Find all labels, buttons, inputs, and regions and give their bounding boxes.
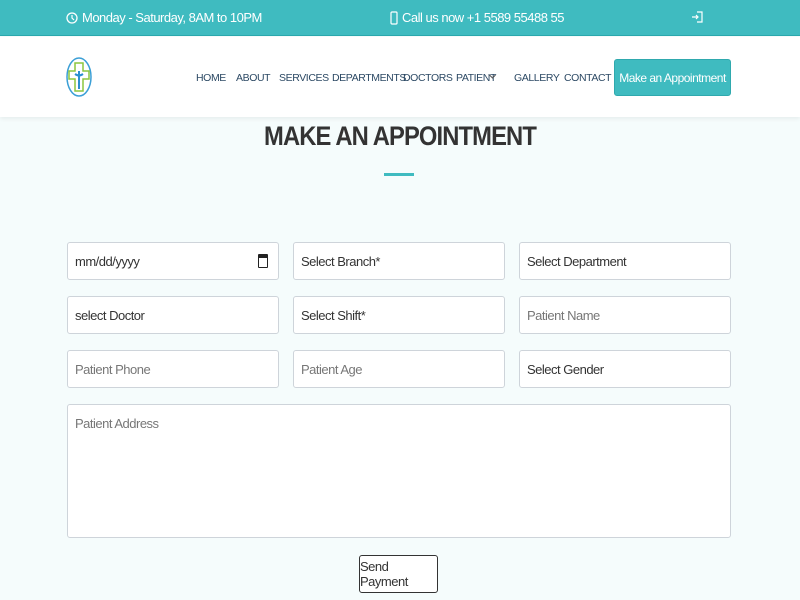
send-payment-button[interactable]: Send Payment — [359, 555, 438, 593]
hours-info: Monday - Saturday, 8AM to 10PM — [66, 10, 262, 25]
gender-select[interactable]: Select Gender — [519, 350, 731, 388]
phone-info: Call us now +1 5589 55488 55 — [390, 10, 565, 25]
patient-age-input[interactable]: Patient Age — [293, 350, 505, 388]
branch-select[interactable]: Select Branch* — [293, 242, 505, 280]
patient-phone-input[interactable]: Patient Phone — [67, 350, 279, 388]
doctor-select[interactable]: select Doctor — [67, 296, 279, 334]
nav-gallery[interactable]: GALLERY — [514, 72, 560, 84]
title-divider — [384, 173, 414, 176]
make-appointment-button[interactable]: Make an Appointment — [614, 59, 731, 96]
header: HOME ABOUT SERVICES DEPARTMENTS DOCTORS … — [0, 37, 800, 117]
logo[interactable] — [66, 57, 92, 97]
chevron-down-icon — [489, 74, 496, 79]
nav-doctors[interactable]: DOCTORS — [403, 72, 453, 84]
nav-about[interactable]: ABOUT — [236, 72, 271, 84]
patient-address-textarea[interactable]: Patient Address — [67, 404, 731, 538]
nav-services[interactable]: SERVICES — [279, 72, 329, 84]
page-title: MAKE AN APPOINTMENT — [264, 121, 537, 151]
nav-home[interactable]: HOME — [196, 72, 226, 84]
phone-icon — [390, 10, 398, 25]
calendar-icon[interactable] — [258, 254, 268, 268]
nav-contact[interactable]: CONTACT — [564, 72, 612, 84]
hours-text: Monday - Saturday, 8AM to 10PM — [82, 10, 262, 25]
date-input[interactable]: mm/dd/yyyy — [67, 242, 279, 280]
top-bar: Monday - Saturday, 8AM to 10PM Call us n… — [0, 0, 800, 36]
nav-departments[interactable]: DEPARTMENTS — [332, 72, 406, 84]
department-select[interactable]: Select Department — [519, 242, 731, 280]
patient-name-input[interactable]: Patient Name — [519, 296, 731, 334]
clock-icon — [66, 11, 78, 24]
shift-select[interactable]: Select Shift* — [293, 296, 505, 334]
login-icon[interactable] — [691, 11, 703, 23]
date-value: mm/dd/yyyy — [75, 254, 140, 269]
phone-text: Call us now +1 5589 55488 55 — [402, 10, 565, 25]
